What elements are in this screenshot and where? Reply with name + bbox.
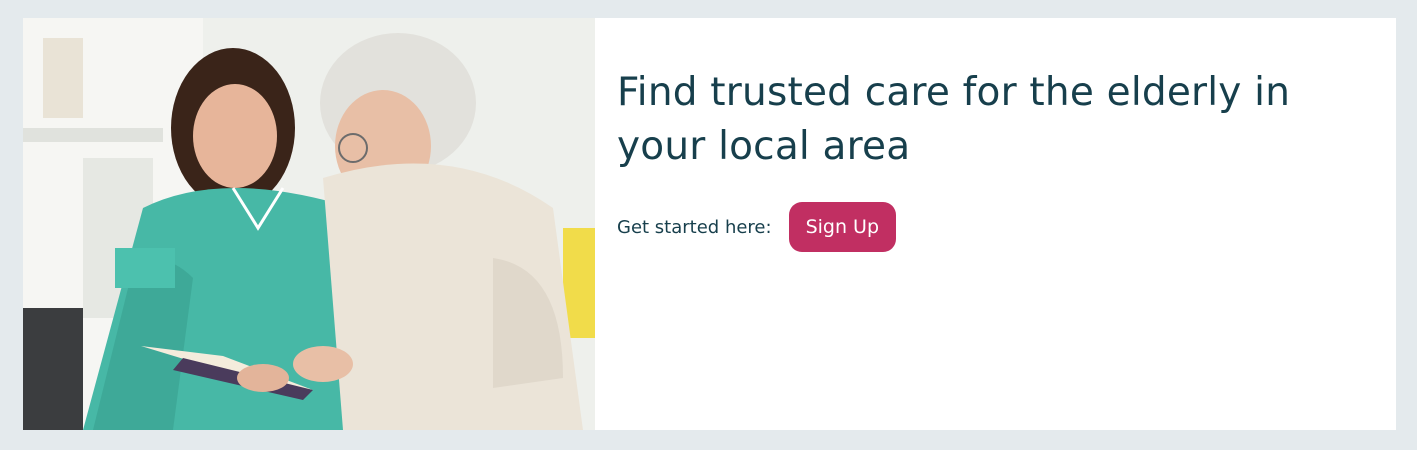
hero-content: Find trusted care for the elderly in you…: [595, 18, 1396, 430]
hero-photo: [23, 18, 595, 430]
cta-row: Get started here: Sign Up: [617, 202, 1396, 252]
hero-headline: Find trusted care for the elderly in you…: [617, 70, 1291, 169]
sign-up-button[interactable]: Sign Up: [788, 202, 897, 252]
caregiver-photo-illustration: [23, 18, 595, 430]
hero-banner: Find trusted care for the elderly in you…: [23, 18, 1396, 430]
cta-label: Get started here:: [617, 216, 772, 238]
